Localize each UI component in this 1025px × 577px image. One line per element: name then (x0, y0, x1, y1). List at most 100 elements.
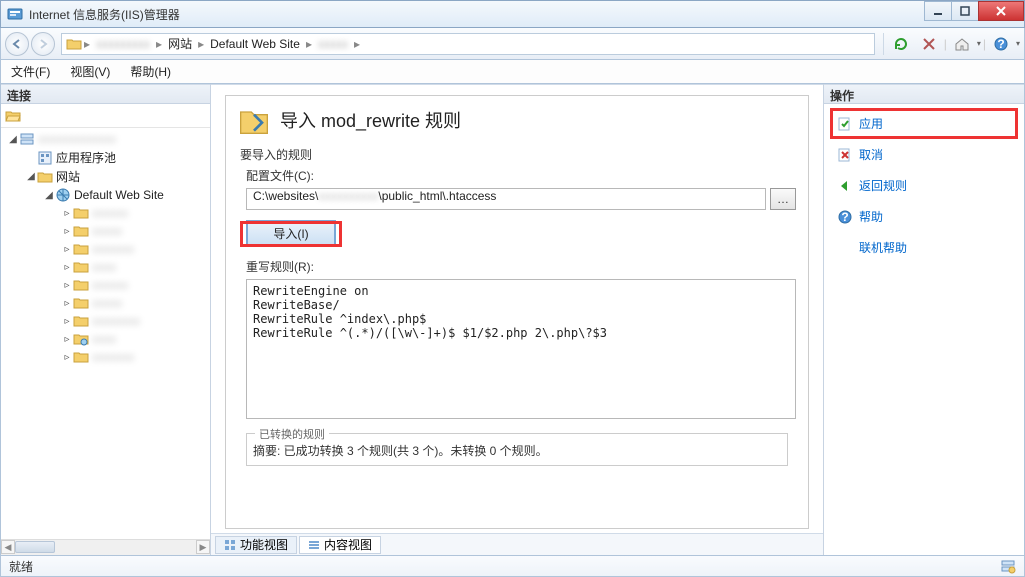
tree-child[interactable]: ▹xxxxxx (1, 276, 210, 294)
rules-to-import-label: 要导入的规则 (240, 146, 796, 163)
nav-forward-button[interactable] (31, 32, 55, 56)
tree-child[interactable]: ▹xxxx (1, 258, 210, 276)
actions-panel: 操作 应用 取消 返回规则 ? 帮助 联机帮助 (824, 84, 1024, 555)
tree-child[interactable]: ▹xxxxx (1, 294, 210, 312)
tree-app-pools[interactable]: 应用程序池 (1, 148, 210, 167)
tree-child[interactable]: ▹xxxx (1, 330, 210, 348)
tree-child[interactable]: ▹xxxxx (1, 222, 210, 240)
scroll-thumb[interactable] (15, 541, 55, 553)
action-online-help-label: 联机帮助 (859, 239, 907, 256)
action-online-help[interactable]: 联机帮助 (830, 232, 1018, 263)
breadcrumb-item-sites[interactable]: 网站 (164, 35, 196, 52)
config-file-suffix: \public_html\.htaccess (378, 189, 496, 203)
close-button[interactable] (978, 1, 1024, 21)
breadcrumb-item-default-site[interactable]: Default Web Site (206, 37, 304, 51)
features-view-icon (224, 539, 236, 551)
back-arrow-icon (837, 178, 853, 194)
breadcrumb-item[interactable]: xxxxx (314, 37, 352, 51)
scroll-left-icon[interactable]: ◀ (1, 540, 15, 554)
tree-child[interactable]: ▹xxxxxxx (1, 240, 210, 258)
main-area: 连接 ◢ xxxxxxxxxxxxx 应用程序池 ◢ 网站 ◢ (0, 84, 1025, 555)
stop-button[interactable] (916, 33, 942, 55)
globe-icon (55, 187, 71, 203)
browse-button[interactable]: … (770, 188, 796, 210)
tree-default-site[interactable]: ◢ Default Web Site (1, 186, 210, 204)
connections-tree[interactable]: ◢ xxxxxxxxxxxxx 应用程序池 ◢ 网站 ◢ Default Web… (1, 128, 210, 539)
center-content: 导入 mod_rewrite 规则 要导入的规则 配置文件(C): C:\web… (211, 84, 823, 533)
folder-open-icon[interactable] (5, 108, 21, 124)
config-file-prefix: C:\websites\ (253, 189, 318, 203)
nav-right-icons: | ▾ | ? ▾ (883, 33, 1020, 55)
action-cancel-label: 取消 (859, 146, 883, 163)
tab-content-view[interactable]: 内容视图 (299, 536, 381, 554)
conversion-summary-legend: 已转换的规则 (255, 426, 329, 442)
action-back-label: 返回规则 (859, 177, 907, 194)
content-view-icon (308, 539, 320, 551)
action-cancel[interactable]: 取消 (830, 139, 1018, 170)
status-ready: 就绪 (9, 558, 33, 575)
refresh-button[interactable] (888, 33, 914, 55)
expander-icon[interactable]: ◢ (7, 134, 19, 145)
expander-icon[interactable]: ◢ (43, 190, 55, 201)
menu-view[interactable]: 视图(V) (66, 61, 114, 82)
svg-text:?: ? (841, 210, 848, 224)
tree-app-pools-label: 应用程序池 (56, 149, 116, 166)
folder-icon (73, 223, 89, 239)
folder-icon (73, 241, 89, 257)
tab-features-view[interactable]: 功能视图 (215, 536, 297, 554)
tree-horiz-scrollbar[interactable]: ◀ ▶ (1, 539, 210, 555)
config-file-input[interactable]: C:\websites\xxxxxxxxxx\public_html\.htac… (246, 188, 766, 210)
iis-app-icon (7, 6, 23, 22)
chevron-right-icon: ▸ (196, 37, 206, 51)
actions-list: 应用 取消 返回规则 ? 帮助 联机帮助 (824, 104, 1024, 555)
breadcrumb-item[interactable]: xxxxxxxxx (92, 37, 154, 51)
action-apply[interactable]: 应用 (830, 108, 1018, 139)
menu-file[interactable]: 文件(F) (7, 61, 54, 82)
action-help-label: 帮助 (859, 208, 883, 225)
tree-sites-label: 网站 (56, 168, 80, 185)
rewrite-rules-textarea[interactable] (246, 279, 796, 419)
import-rules-page-icon (238, 104, 270, 136)
breadcrumb[interactable]: ▸ xxxxxxxxx ▸ 网站 ▸ Default Web Site ▸ xx… (61, 33, 875, 55)
cancel-icon (837, 147, 853, 163)
tree-child[interactable]: ▹xxxxxxx (1, 348, 210, 366)
import-button[interactable]: 导入(I) (246, 220, 336, 246)
connections-panel: 连接 ◢ xxxxxxxxxxxxx 应用程序池 ◢ 网站 ◢ (1, 84, 211, 555)
center-panel: 导入 mod_rewrite 规则 要导入的规则 配置文件(C): C:\web… (211, 84, 824, 555)
minimize-button[interactable] (924, 1, 952, 21)
home-button[interactable] (949, 33, 975, 55)
apply-icon (837, 116, 853, 132)
chevron-right-icon: ▸ (154, 37, 164, 51)
tree-sites[interactable]: ◢ 网站 (1, 167, 210, 186)
chevron-right-icon: ▸ (82, 37, 92, 51)
folder-icon (73, 313, 89, 329)
folder-app-icon (73, 331, 89, 347)
connections-header: 连接 (1, 84, 210, 104)
conversion-summary-text: 摘要: 已成功转换 3 个规则(共 3 个)。未转换 0 个规则。 (253, 436, 781, 459)
import-rules-page: 导入 mod_rewrite 规则 要导入的规则 配置文件(C): C:\web… (225, 95, 809, 529)
actions-header: 操作 (824, 84, 1024, 104)
app-pool-icon (37, 150, 53, 166)
statusbar: 就绪 (0, 555, 1025, 577)
tab-features-label: 功能视图 (240, 536, 288, 553)
expander-icon[interactable]: ◢ (25, 171, 37, 182)
maximize-button[interactable] (951, 1, 979, 21)
status-config-icon (1000, 558, 1016, 574)
nav-back-button[interactable] (5, 32, 29, 56)
action-help[interactable]: ? 帮助 (830, 201, 1018, 232)
folder-icon (73, 205, 89, 221)
folder-icon (73, 277, 89, 293)
menubar: 文件(F) 视图(V) 帮助(H) (0, 60, 1025, 84)
scroll-right-icon[interactable]: ▶ (196, 540, 210, 554)
tree-child[interactable]: ▹xxxxxxxx (1, 312, 210, 330)
chevron-right-icon: ▸ (352, 37, 362, 51)
folder-icon (73, 349, 89, 365)
tree-child[interactable]: ▹xxxxxx (1, 204, 210, 222)
help-button[interactable]: ? (988, 33, 1014, 55)
tree-server-node[interactable]: ◢ xxxxxxxxxxxxx (1, 130, 210, 148)
tree-default-site-label: Default Web Site (74, 188, 164, 202)
connections-toolbar (1, 104, 210, 128)
navigation-bar: ▸ xxxxxxxxx ▸ 网站 ▸ Default Web Site ▸ xx… (0, 28, 1025, 60)
menu-help[interactable]: 帮助(H) (126, 61, 175, 82)
action-back-to-rules[interactable]: 返回规则 (830, 170, 1018, 201)
